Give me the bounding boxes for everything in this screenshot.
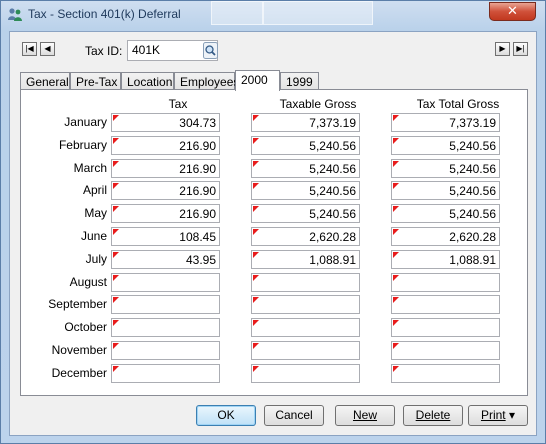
search-icon[interactable] [203, 42, 218, 59]
tax-total-gross-cell[interactable] [391, 341, 500, 360]
taxable-gross-cell[interactable] [251, 273, 360, 292]
tax-cell[interactable] [111, 273, 220, 292]
people-icon [8, 8, 22, 21]
tax-total-gross-cell[interactable] [391, 318, 500, 337]
tab-location[interactable]: Location [121, 72, 174, 90]
tax-cell[interactable]: 304.73 [111, 113, 220, 132]
tax-cell[interactable]: 216.90 [111, 136, 220, 155]
taxable-gross-cell[interactable]: 5,240.56 [251, 159, 360, 178]
tab-general[interactable]: General [20, 72, 70, 90]
month-label: April [82, 183, 107, 197]
taxable-gross-cell[interactable]: 5,240.56 [251, 181, 360, 200]
taxable-gross-cell[interactable] [251, 364, 360, 383]
year-panel: Tax Taxable Gross Tax Total Gross Januar… [20, 89, 528, 396]
dialog-body: |◀ ◀ ▶ ▶| Tax ID: 401K General Pre-Tax L… [9, 31, 537, 436]
taxable-gross-cell[interactable]: 7,373.19 [251, 113, 360, 132]
tax-total-gross-cell[interactable]: 5,240.56 [391, 136, 500, 155]
month-label: June [80, 229, 107, 243]
tax-total-gross-cell[interactable]: 5,240.56 [391, 181, 500, 200]
tax-cell[interactable]: 216.90 [111, 181, 220, 200]
tax-cell[interactable]: 216.90 [111, 204, 220, 223]
taxable-gross-cell[interactable]: 5,240.56 [251, 136, 360, 155]
tax-total-gross-cell[interactable]: 5,240.56 [391, 204, 500, 223]
tax-cell[interactable] [111, 318, 220, 337]
tax-total-gross-cell[interactable]: 2,620.28 [391, 227, 500, 246]
tax-total-gross-cell[interactable] [391, 273, 500, 292]
tax-cell[interactable]: 216.90 [111, 159, 220, 178]
taxable-gross-cell[interactable]: 5,240.56 [251, 204, 360, 223]
cancel-button[interactable]: Cancel [264, 405, 324, 426]
window-title: Tax - Section 401(k) Deferral [28, 7, 181, 21]
print-button[interactable]: Print ▾ [468, 405, 528, 426]
tax-cell[interactable]: 43.95 [111, 250, 220, 269]
background-window-ghost [211, 1, 263, 25]
taxable-gross-cell[interactable]: 2,620.28 [251, 227, 360, 246]
tab-2000[interactable]: 2000 [235, 70, 280, 91]
background-window-ghost [263, 1, 373, 25]
last-record-icon[interactable]: ▶| [513, 42, 528, 56]
tax-total-gross-cell[interactable]: 7,373.19 [391, 113, 500, 132]
tax-total-gross-cell[interactable] [391, 364, 500, 383]
month-label: September [48, 297, 107, 311]
tab-1999[interactable]: 1999 [280, 72, 319, 90]
tax-total-gross-cell[interactable]: 1,088.91 [391, 250, 500, 269]
tax-cell[interactable] [111, 295, 220, 314]
dialog-window: Tax - Section 401(k) Deferral ✕ |◀ ◀ ▶ ▶… [0, 0, 546, 444]
month-label: November [51, 343, 107, 357]
previous-record-icon[interactable]: ◀ [40, 42, 55, 56]
taxable-gross-cell[interactable] [251, 341, 360, 360]
month-label: December [51, 366, 107, 380]
taxid-label: Tax ID: [85, 44, 123, 58]
tax-cell[interactable] [111, 341, 220, 360]
ok-button[interactable]: OK [196, 405, 256, 426]
new-button[interactable]: New [335, 405, 395, 426]
tax-total-gross-cell[interactable] [391, 295, 500, 314]
column-header-taxable-gross: Taxable Gross [279, 97, 357, 111]
tab-pre-tax[interactable]: Pre-Tax [70, 72, 121, 90]
delete-button[interactable]: Delete [403, 405, 463, 426]
month-label: February [58, 138, 107, 152]
month-label: January [64, 115, 107, 129]
tab-employees[interactable]: Employees [174, 72, 239, 90]
month-label: August [69, 275, 107, 289]
month-label: October [64, 320, 107, 334]
tax-cell[interactable] [111, 364, 220, 383]
column-header-tax-total-gross: Tax Total Gross [416, 97, 500, 111]
taxable-gross-cell[interactable] [251, 318, 360, 337]
month-label: July [85, 252, 107, 266]
month-label: March [73, 161, 107, 175]
month-label: May [84, 206, 107, 220]
taxable-gross-cell[interactable] [251, 295, 360, 314]
tax-total-gross-cell[interactable]: 5,240.56 [391, 159, 500, 178]
taxable-gross-cell[interactable]: 1,088.91 [251, 250, 360, 269]
first-record-icon[interactable]: |◀ [22, 42, 37, 56]
title-bar[interactable]: Tax - Section 401(k) Deferral ✕ [1, 1, 545, 27]
next-record-icon[interactable]: ▶ [495, 42, 510, 56]
column-header-tax: Tax [168, 97, 188, 111]
tax-cell[interactable]: 108.45 [111, 227, 220, 246]
close-button[interactable]: ✕ [489, 2, 536, 21]
